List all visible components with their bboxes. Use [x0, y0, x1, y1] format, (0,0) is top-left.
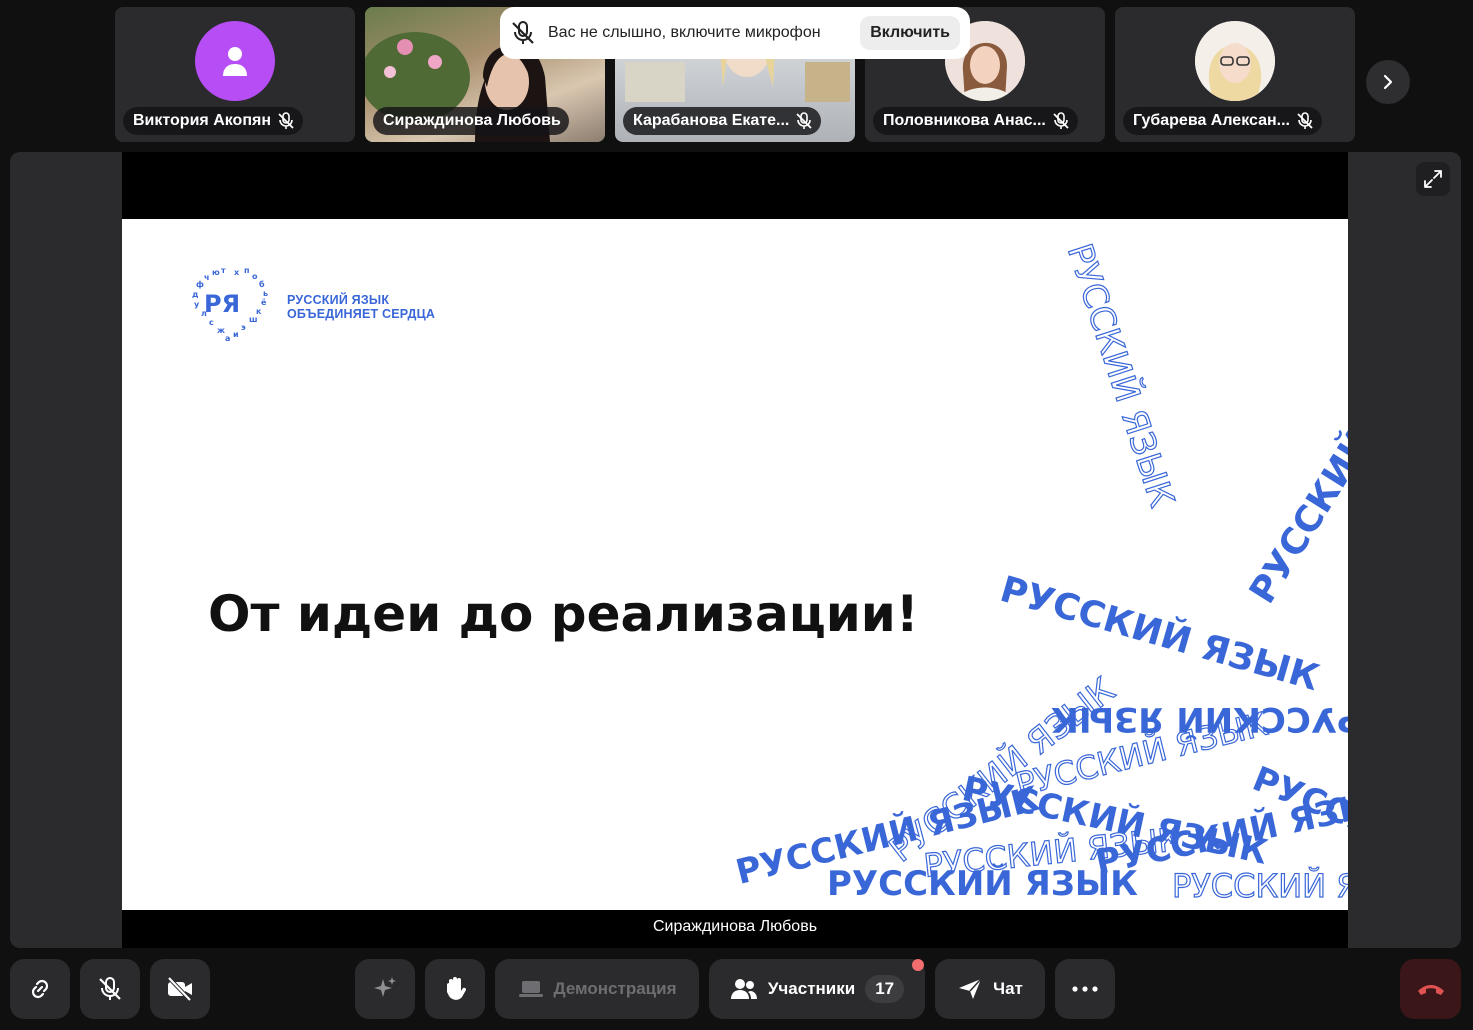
presenter-name: Сираждинова Любовь [652, 918, 818, 935]
participant-name-pill: Карабанова Екате... [623, 107, 822, 135]
end-call-button[interactable] [1400, 959, 1461, 1019]
decor-word: РУССКИЙ ЯЗЫК [1242, 310, 1348, 611]
ai-assistant-button[interactable] [355, 959, 415, 1019]
mic-off-icon [1297, 112, 1313, 129]
logo-text-line1: РУССКИЙ ЯЗЫК [287, 293, 390, 307]
chevron-right-icon [1383, 74, 1393, 90]
mic-off-icon [512, 21, 534, 44]
link-icon [31, 979, 49, 999]
svg-text:и: и [233, 330, 239, 339]
decor-word: РУССКИЙ ЯЗЫК [1058, 238, 1182, 513]
svg-text:ь: ь [263, 289, 268, 298]
logo-mark: РЯ [204, 290, 240, 318]
logo-heart-icon: дфчю т х побь ёкшэи ажслу РЯ [192, 267, 268, 343]
logo-text-line2: ОБЪЕДИНЯЕТ СЕРДЦА [287, 307, 436, 321]
more-options-button[interactable] [1055, 959, 1115, 1019]
svg-text:б: б [259, 279, 265, 289]
svg-text:с: с [209, 318, 214, 327]
more-horizontal-icon [1072, 986, 1098, 992]
decor-word: РУССКИЙ ЯЗЫК [827, 864, 1138, 904]
participant-name-pill: Сираждинова Любовь [373, 107, 569, 135]
participant-name-pill: Губарева Алексан... [1123, 107, 1322, 135]
send-icon [959, 978, 982, 999]
enable-mic-button[interactable]: Включить [860, 16, 960, 50]
microphone-toggle[interactable] [80, 959, 140, 1019]
participants-label: Участники [767, 979, 856, 998]
copy-link-button[interactable] [10, 959, 70, 1019]
svg-text:ж: ж [217, 326, 225, 335]
participant-name-pill: Виктория Акопян [123, 107, 303, 135]
mic-off-icon [796, 112, 813, 129]
svg-text:п: п [244, 267, 250, 275]
hand-icon [447, 977, 467, 1000]
avatar [1195, 21, 1275, 101]
svg-text:ё: ё [261, 298, 267, 307]
svg-text:х: х [234, 268, 240, 277]
conference-app: Виктория Акопян Сираждинова Любовь Караб… [0, 0, 1473, 1030]
notification-dot [912, 959, 924, 971]
laptop-icon [518, 981, 543, 997]
camera-off-icon [167, 976, 192, 1002]
camera-toggle[interactable] [150, 959, 210, 1019]
fullscreen-button[interactable] [1416, 162, 1450, 196]
participant-tile-1[interactable]: Виктория Акопян [115, 7, 355, 142]
avatar [195, 21, 275, 101]
svg-text:д: д [192, 290, 199, 299]
people-icon [730, 979, 757, 999]
sparkles-icon [374, 977, 396, 997]
svg-text:о: о [252, 272, 258, 281]
screen-share-label: Демонстрация [553, 979, 677, 998]
participants-button[interactable]: Участники 17 [709, 959, 925, 1019]
svg-text:у: у [194, 300, 200, 309]
svg-text:э: э [241, 323, 246, 332]
decor-word: РУССКИЙ ЯЗЫК [1171, 866, 1348, 905]
slide-title: От идеи до реализации! [208, 585, 919, 643]
participant-name: Губарева Алексан... [1133, 112, 1290, 129]
toast-text: Вас не слышно, включите микрофон [548, 24, 821, 41]
svg-text:ю: ю [212, 268, 220, 277]
mic-off-icon [278, 112, 294, 129]
presentation-slide: дфчют хпобь ёкшэи ажслу РЯ РУССКИЙ ЯЗЫК … [122, 219, 1348, 910]
participants-count-badge: 17 [865, 975, 905, 1003]
chat-label: Чат [993, 979, 1023, 998]
raise-hand-button[interactable] [425, 959, 485, 1019]
participant-name: Карабанова Екате... [633, 112, 790, 129]
participant-name: Виктория Акопян [133, 112, 271, 129]
participant-tile-5[interactable]: Губарева Алексан... [1115, 7, 1355, 142]
participant-name-pill: Половникова Анас... [873, 107, 1078, 135]
participant-name: Половникова Анас... [883, 112, 1046, 129]
avatar-photo [1195, 21, 1275, 101]
next-participants-button[interactable] [1366, 60, 1410, 104]
svg-text:ф: ф [196, 280, 204, 289]
screen-share-button[interactable]: Демонстрация [495, 959, 699, 1019]
mic-off-icon [1053, 112, 1069, 129]
mic-warning-toast: Вас не слышно, включите микрофон Включит… [500, 7, 970, 59]
svg-text:т: т [221, 267, 226, 275]
chat-button[interactable]: Чат [935, 959, 1045, 1019]
logo-text: РУССКИЙ ЯЗЫК ОБЪЕДИНЯЕТ СЕРДЦА [287, 293, 435, 321]
user-icon [223, 47, 247, 76]
svg-text:ч: ч [204, 273, 210, 282]
svg-text:а: а [225, 334, 230, 343]
expand-icon [1424, 170, 1442, 188]
svg-text:ш: ш [249, 315, 258, 324]
mic-off-icon [99, 977, 121, 1000]
phone-hangup-icon [1417, 985, 1444, 995]
participant-name: Сираждинова Любовь [383, 112, 561, 129]
